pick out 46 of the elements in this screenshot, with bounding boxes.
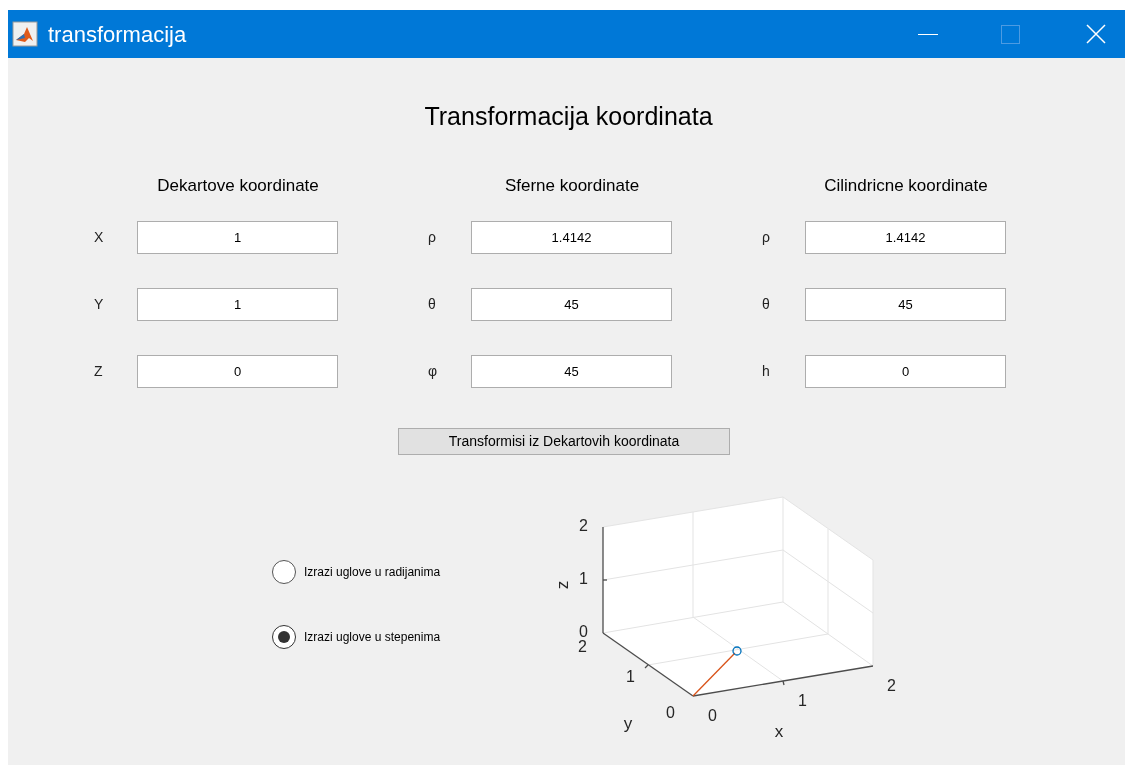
app-icon (12, 21, 38, 47)
tick-label: 1 (579, 570, 588, 587)
value-field[interactable]: 45 (471, 355, 672, 388)
tick-label: 1 (626, 668, 635, 685)
page-heading: Transformacija koordinata (424, 101, 713, 132)
transform-button[interactable]: Transformisi iz Dekartovih koordinata (398, 428, 730, 455)
field-label: ρ (427, 228, 437, 247)
tick-label: 0 (579, 623, 588, 640)
axis-label: x (774, 722, 784, 741)
axis-label: z (553, 580, 572, 590)
close-icon (1086, 24, 1106, 44)
group-heading: Dekartove koordinate (157, 174, 319, 197)
value-field[interactable]: 1.4142 (471, 221, 672, 254)
tick-label: 1 (798, 692, 807, 709)
minimize-icon (918, 33, 938, 35)
field-label: θ (761, 295, 771, 314)
group-heading: Sferne koordinate (504, 174, 640, 197)
tick-label: 2 (887, 677, 896, 694)
field-label: θ (427, 295, 437, 314)
tick-label: 0 (666, 704, 675, 721)
window-title: transformacija (48, 20, 187, 49)
maximize-icon (1000, 24, 1020, 44)
tick-label: 2 (579, 517, 588, 534)
value-field[interactable]: 45 (471, 288, 672, 321)
value-field[interactable]: 45 (805, 288, 1006, 321)
field-label: φ (427, 362, 439, 381)
group-heading: Cilindricne koordinate (824, 174, 988, 197)
field-label: X (93, 228, 105, 247)
tick-label: 0 (708, 707, 717, 724)
field-label: h (761, 362, 771, 381)
value-field[interactable]: 0 (137, 355, 338, 388)
data-point (732, 646, 742, 656)
tick-label: 2 (578, 638, 587, 655)
radio-option[interactable]: Izrazi uglove u stepenima (272, 625, 441, 649)
value-field[interactable]: 1.4142 (805, 221, 1006, 254)
value-field[interactable]: 1 (137, 221, 338, 254)
value-field[interactable]: 1 (137, 288, 338, 321)
value-field[interactable]: 0 (805, 355, 1006, 388)
field-label: Y (93, 295, 105, 314)
field-label: Z (93, 362, 104, 381)
data-line (692, 652, 736, 697)
radio-option[interactable]: Izrazi uglove u radijanima (272, 560, 441, 584)
axis-label: y (623, 714, 633, 733)
field-label: ρ (761, 228, 771, 247)
radio-button[interactable] (272, 560, 296, 584)
radio-button[interactable] (272, 625, 296, 649)
